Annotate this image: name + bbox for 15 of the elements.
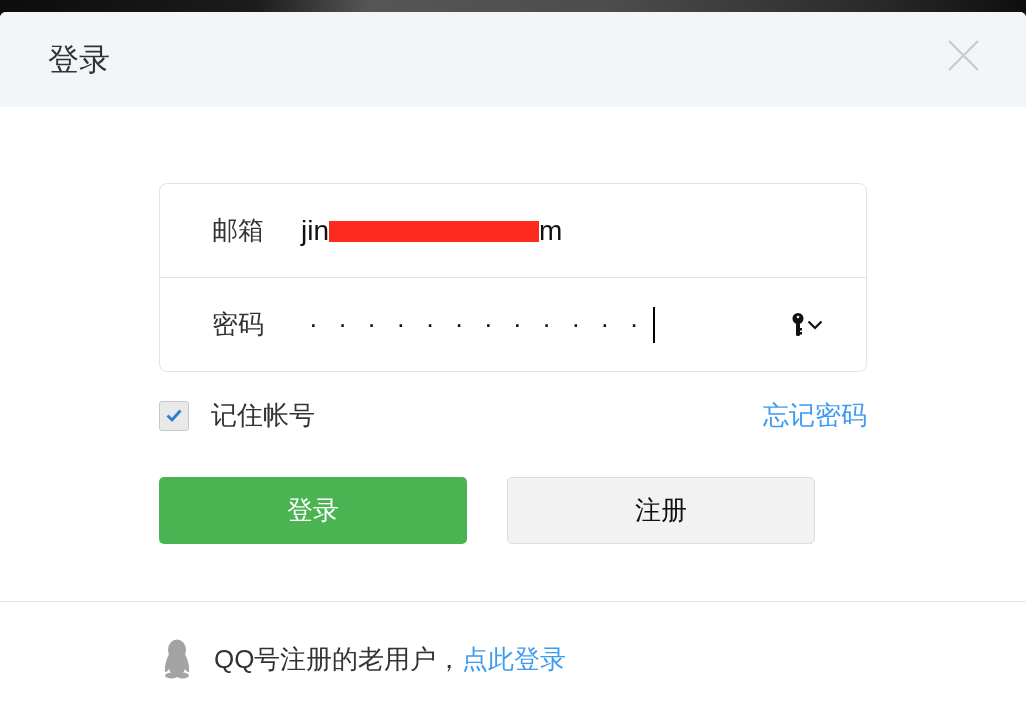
remember-checkbox[interactable] (159, 400, 189, 431)
dialog-title: 登录 (48, 40, 110, 79)
footer-text: QQ号注册的老用户， (214, 642, 463, 676)
chevron-down-icon (807, 319, 823, 330)
checkbox-label[interactable]: 记住帐号 (211, 398, 315, 433)
field-label: 密码 (212, 308, 265, 341)
field-label: 邮箱 (212, 214, 265, 247)
password-field[interactable]: ············ (301, 294, 792, 355)
email-field[interactable]: jin m (301, 200, 823, 261)
close-icon (948, 40, 979, 71)
register-button[interactable]: 注册 (507, 477, 815, 544)
password-key-button[interactable] (792, 312, 823, 337)
penguin-icon (163, 639, 191, 679)
key-icon (792, 312, 804, 337)
check-icon (166, 409, 182, 422)
